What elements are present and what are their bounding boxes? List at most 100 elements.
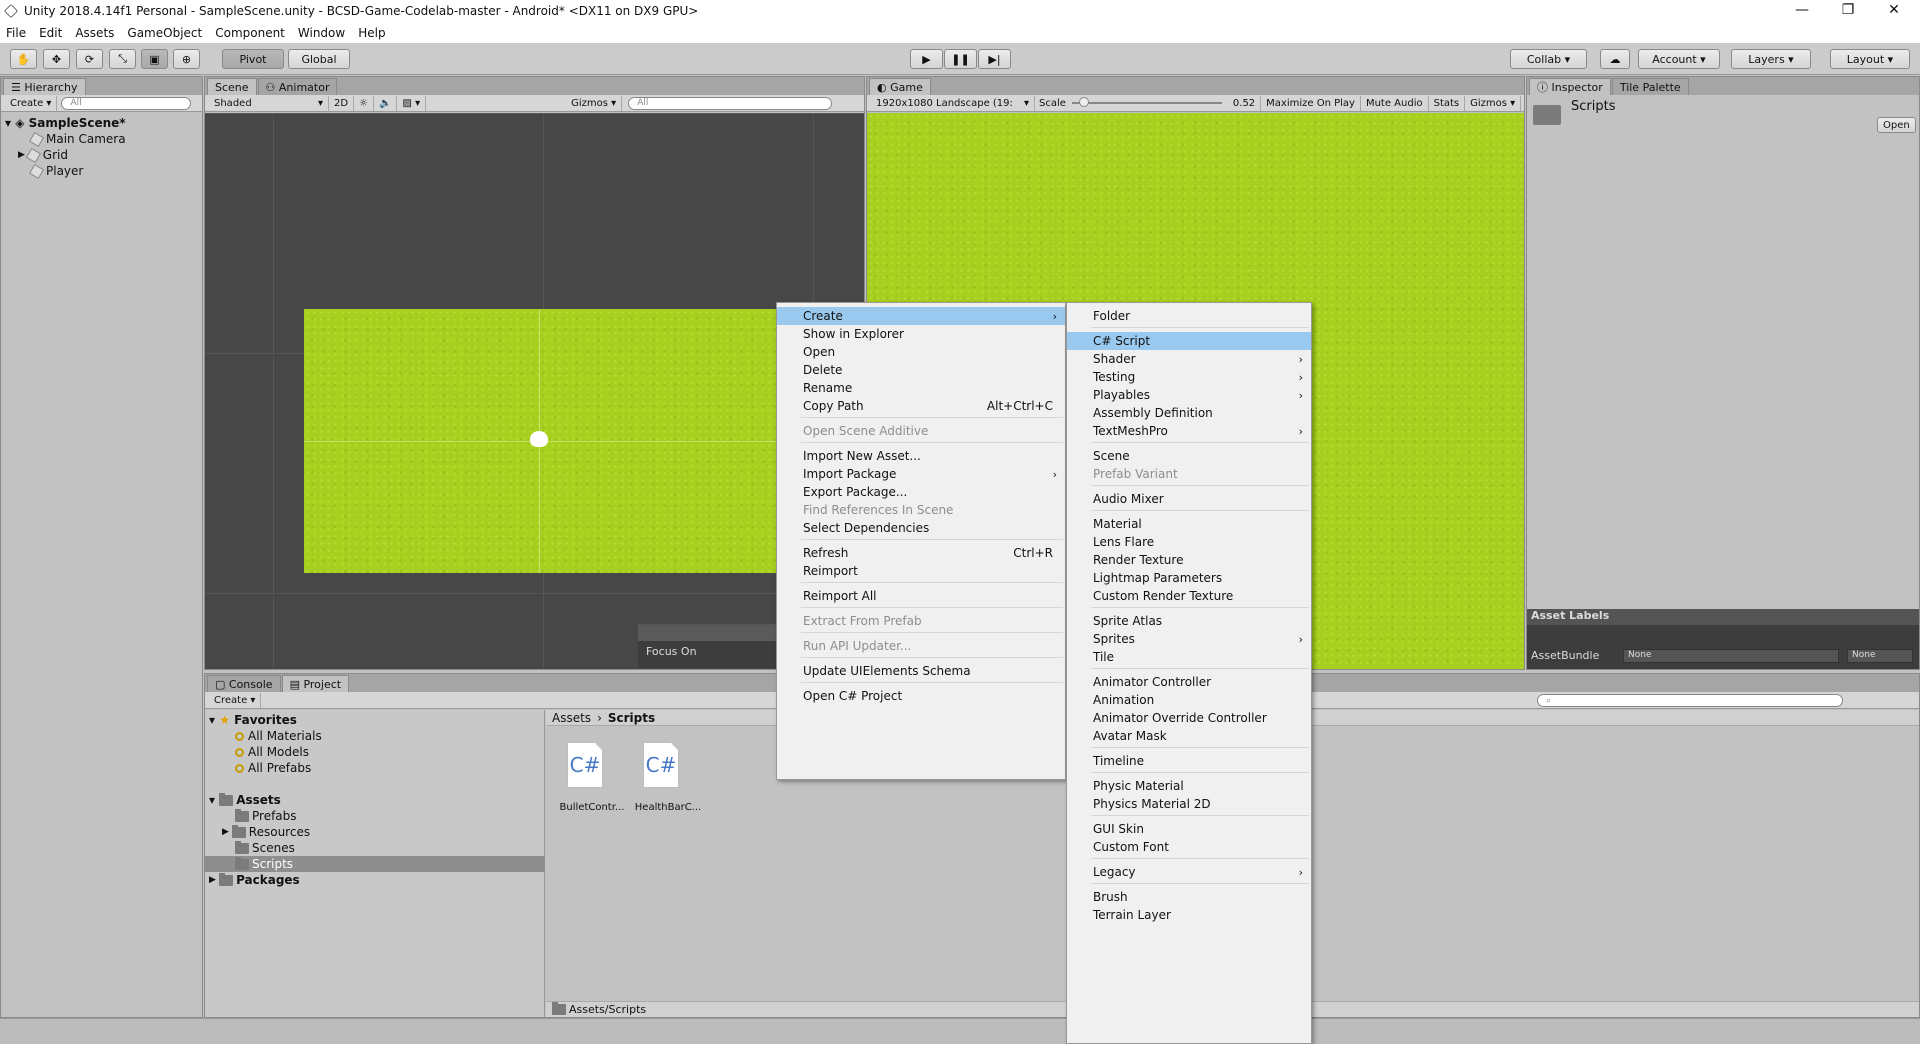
menu-item-import-new-asset[interactable]: Import New Asset...	[777, 447, 1065, 465]
menu-item-gui-skin[interactable]: GUI Skin	[1067, 820, 1311, 838]
favorites-root[interactable]: ▾ ★ Favorites	[209, 712, 297, 728]
breadcrumb-root[interactable]: Assets	[552, 711, 591, 725]
menu-item-audio-mixer[interactable]: Audio Mixer	[1067, 490, 1311, 508]
resolution-dropdown[interactable]: 1920x1080 Landscape (19: ▾	[871, 95, 1035, 111]
close-button[interactable]: ✕	[1872, 0, 1916, 22]
transform-tool-button[interactable]: ⊕	[173, 49, 200, 69]
project-search-field[interactable]: ⌕	[1537, 694, 1843, 707]
scale-slider[interactable]	[1071, 97, 1222, 107]
tab-inspector[interactable]: ⓘ Inspector	[1529, 78, 1611, 95]
menu-item-terrain-layer[interactable]: Terrain Layer	[1067, 906, 1311, 924]
menu-item-lightmap-parameters[interactable]: Lightmap Parameters	[1067, 569, 1311, 587]
scene-root[interactable]: ▾ ◈ SampleScene*	[5, 115, 126, 131]
move-tool-button[interactable]: ✥	[43, 49, 70, 69]
menu-assets[interactable]: Assets	[75, 26, 114, 40]
menu-item-physic-material[interactable]: Physic Material	[1067, 777, 1311, 795]
hierarchy-create-button[interactable]: Create ▾	[5, 95, 58, 111]
tab-game[interactable]: ◐ Game	[869, 78, 931, 95]
menu-item-create[interactable]: Create ›	[777, 307, 1065, 325]
menu-item-legacy[interactable]: Legacy ›	[1067, 863, 1311, 881]
menu-item-textmeshpro[interactable]: TextMeshPro ›	[1067, 422, 1311, 440]
menu-window[interactable]: Window	[298, 26, 345, 40]
menu-file[interactable]: File	[6, 26, 26, 40]
menu-item-reimport[interactable]: Reimport	[777, 562, 1065, 580]
menu-item-tile[interactable]: Tile	[1067, 648, 1311, 666]
tab-project[interactable]: ▤ Project	[281, 675, 350, 692]
lighting-toggle[interactable]: ☼	[354, 95, 375, 111]
folder-item-scenes[interactable]: Scenes	[235, 840, 295, 856]
rect-tool-button[interactable]: ▣	[141, 49, 168, 69]
menu-item-testing[interactable]: Testing ›	[1067, 368, 1311, 386]
menu-item-refresh[interactable]: Refresh Ctrl+R	[777, 544, 1065, 562]
menu-item-show-in-explorer[interactable]: Show in Explorer	[777, 325, 1065, 343]
menu-item-animator-override-controller[interactable]: Animator Override Controller	[1067, 709, 1311, 727]
scale-slider-thumb[interactable]	[1078, 97, 1089, 107]
menu-item-playables[interactable]: Playables ›	[1067, 386, 1311, 404]
minimize-button[interactable]: —	[1780, 0, 1824, 22]
tab-tile-palette[interactable]: Tile Palette	[1611, 78, 1689, 95]
project-search-input[interactable]: ⌕	[1537, 694, 1843, 707]
restore-button[interactable]: ❐	[1826, 0, 1870, 22]
global-toggle[interactable]: Global	[288, 49, 350, 69]
audio-toggle[interactable]: 🔈	[374, 95, 398, 111]
menu-item-import-package[interactable]: Import Package ›	[777, 465, 1065, 483]
folder-item-resources[interactable]: ▶ Resources	[222, 824, 310, 840]
menu-item-custom-font[interactable]: Custom Font	[1067, 838, 1311, 856]
packages-root[interactable]: ▶ Packages	[209, 872, 300, 888]
breadcrumb-current[interactable]: Scripts	[608, 711, 655, 725]
menu-edit[interactable]: Edit	[39, 26, 62, 40]
variant-dropdown[interactable]: None	[1847, 649, 1913, 663]
collab-dropdown[interactable]: Collab ▾	[1510, 49, 1587, 69]
2d-toggle[interactable]: 2D	[329, 95, 355, 111]
scene-viewport[interactable]: Tilemap Focus On	[205, 113, 864, 669]
menu-component[interactable]: Component	[215, 26, 285, 40]
tab-console[interactable]: ▢ Console	[207, 675, 281, 692]
folder-item-scripts[interactable]: Scripts	[235, 856, 293, 872]
menu-gameobject[interactable]: GameObject	[127, 26, 202, 40]
menu-help[interactable]: Help	[358, 26, 385, 40]
pause-button[interactable]: ❚❚	[944, 49, 977, 69]
hierarchy-item-grid[interactable]: ▶ Grid	[18, 147, 68, 163]
menu-item-render-texture[interactable]: Render Texture	[1067, 551, 1311, 569]
menu-item-shader[interactable]: Shader ›	[1067, 350, 1311, 368]
rotate-tool-button[interactable]: ⟳	[76, 49, 103, 69]
file-bulletcontroller[interactable]: C#	[561, 742, 609, 798]
cloud-button[interactable]: ☁	[1600, 49, 1630, 69]
favorite-item[interactable]: All Materials	[235, 728, 322, 744]
player-sprite-icon[interactable]	[530, 431, 548, 447]
assets-root[interactable]: ▾ Assets	[209, 792, 281, 808]
stats-toggle[interactable]: Stats	[1429, 95, 1466, 111]
menu-item-assembly-definition[interactable]: Assembly Definition	[1067, 404, 1311, 422]
inspector-open-button[interactable]: Open	[1877, 117, 1916, 133]
menu-item-select-dependencies[interactable]: Select Dependencies	[777, 519, 1065, 537]
layers-dropdown[interactable]: Layers ▾	[1731, 49, 1811, 69]
menu-item-open-csharp-project[interactable]: Open C# Project	[777, 687, 1065, 705]
effects-dropdown[interactable]: ▨ ▾	[397, 95, 427, 111]
file-healthbarcontroller[interactable]: C#	[637, 742, 685, 798]
menu-item-animation[interactable]: Animation	[1067, 691, 1311, 709]
menu-item-animator-controller[interactable]: Animator Controller	[1067, 673, 1311, 691]
menu-item-reimport-all[interactable]: Reimport All	[777, 587, 1065, 605]
scene-search-input[interactable]: All	[628, 96, 833, 110]
menu-item-sprite-atlas[interactable]: Sprite Atlas	[1067, 612, 1311, 630]
menu-item-timeline[interactable]: Timeline	[1067, 752, 1311, 770]
menu-item-brush[interactable]: Brush	[1067, 888, 1311, 906]
menu-item-rename[interactable]: Rename	[777, 379, 1065, 397]
hand-tool-button[interactable]: ✋	[10, 49, 37, 69]
layout-dropdown[interactable]: Layout ▾	[1830, 49, 1910, 69]
menu-item-folder[interactable]: Folder	[1067, 307, 1311, 325]
shading-dropdown[interactable]: Shaded ▾	[209, 95, 329, 111]
hierarchy-search-input[interactable]: All	[61, 96, 192, 110]
project-create-button[interactable]: Create ▾	[209, 692, 262, 708]
menu-item-avatar-mask[interactable]: Avatar Mask	[1067, 727, 1311, 745]
pivot-toggle[interactable]: Pivot	[222, 49, 284, 69]
assetbundle-dropdown[interactable]: None	[1623, 649, 1839, 663]
step-button[interactable]: ▶|	[978, 49, 1011, 69]
menu-item-lens-flare[interactable]: Lens Flare	[1067, 533, 1311, 551]
menu-item-copy-path[interactable]: Copy Path Alt+Ctrl+C	[777, 397, 1065, 415]
mute-audio-toggle[interactable]: Mute Audio	[1361, 95, 1429, 111]
menu-item-sprites[interactable]: Sprites ›	[1067, 630, 1311, 648]
play-button[interactable]: ▶	[910, 49, 943, 69]
favorite-item[interactable]: All Models	[235, 744, 309, 760]
maximize-on-play-toggle[interactable]: Maximize On Play	[1261, 95, 1361, 111]
